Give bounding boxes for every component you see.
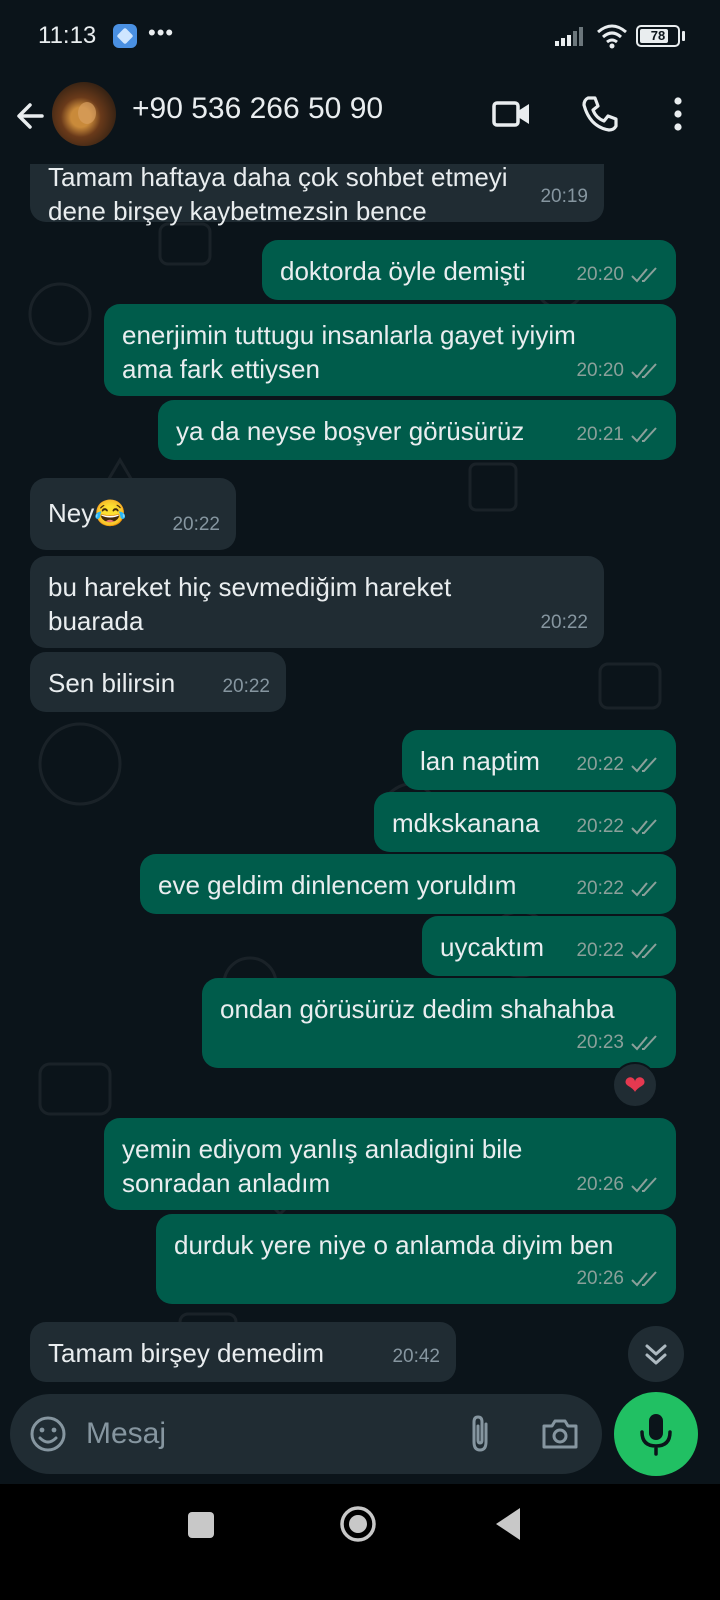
recents-square-icon[interactable]	[188, 1512, 214, 1538]
read-receipt-icon	[631, 267, 657, 283]
message-meta: 20:22	[576, 872, 660, 906]
message-time: 20:26	[576, 1174, 624, 1195]
chat-header: +90 536 266 50 90	[0, 72, 720, 164]
reaction-emoji: ❤	[624, 1069, 646, 1100]
double-chevron-down-icon	[645, 1344, 667, 1365]
message-meta: 20:22	[172, 508, 220, 542]
message-meta: 20:26	[576, 1262, 660, 1296]
read-receipt-icon	[631, 881, 657, 897]
message-meta: 20:22	[576, 810, 660, 844]
message-meta: 20:19	[540, 180, 588, 214]
status-time: 11:13	[38, 22, 97, 49]
message-outgoing[interactable]: ondan görüsürüz dedim shahahba 20:23	[202, 978, 676, 1068]
message-time: 20:22	[576, 754, 624, 775]
scroll-to-bottom-button[interactable]	[628, 1326, 684, 1382]
message-composer	[10, 1394, 602, 1474]
message-time: 20:20	[576, 360, 624, 381]
read-receipt-icon	[631, 1035, 657, 1051]
message-meta: 20:26	[576, 1168, 660, 1202]
system-navigation-bar	[0, 1484, 720, 1600]
message-time: 20:22	[576, 878, 624, 899]
home-circle-icon[interactable]	[338, 1504, 378, 1544]
message-time: 20:22	[576, 816, 624, 837]
message-time: 20:26	[576, 1268, 624, 1289]
message-time: 20:19	[540, 186, 588, 207]
read-receipt-icon	[631, 943, 657, 959]
message-time: 20:21	[576, 424, 624, 445]
video-call-icon[interactable]	[490, 92, 534, 136]
app-notification-icon	[113, 24, 137, 48]
read-receipt-icon	[631, 1177, 657, 1193]
message-outgoing[interactable]: uycaktım 20:22	[422, 916, 676, 976]
message-outgoing[interactable]: lan naptim 20:22	[402, 730, 676, 790]
message-time: 20:20	[576, 264, 624, 285]
message-text: durduk yere niye o anlamda diyim ben	[174, 1230, 614, 1260]
heart-reaction-icon[interactable]: ❤	[612, 1062, 658, 1108]
chat-messages-area[interactable]: Tamam haftaya daha çok sohbet etmeyi den…	[0, 164, 720, 1408]
message-time: 20:42	[392, 1346, 440, 1367]
contact-name[interactable]: +90 536 266 50 90	[132, 92, 383, 126]
message-text: bu hareket hiç sevmediğim hareket buarad…	[48, 572, 452, 636]
message-meta: 20:23	[576, 1026, 660, 1060]
message-meta: 20:42	[392, 1340, 440, 1374]
message-outgoing[interactable]: mdkskanana 20:22	[374, 792, 676, 852]
battery-level: 78	[650, 28, 666, 43]
battery-icon: 78	[636, 25, 680, 47]
message-meta: 20:21	[576, 418, 660, 452]
message-outgoing[interactable]: yemin ediyom yanlış anladigini bile sonr…	[104, 1118, 676, 1210]
read-receipt-icon	[631, 819, 657, 835]
read-receipt-icon	[631, 363, 657, 379]
message-meta: 20:22	[576, 748, 660, 782]
message-incoming[interactable]: Tamam birşey demedim 20:42	[30, 1322, 456, 1382]
message-time: 20:22	[222, 676, 270, 697]
message-text: Tamam haftaya daha çok sohbet etmeyi den…	[48, 164, 508, 226]
signal-icon	[555, 27, 583, 46]
message-meta: 20:22	[540, 606, 588, 640]
message-outgoing[interactable]: doktorda öyle demişti 20:20	[262, 240, 676, 300]
status-bar: 11:13 ••• 78	[0, 0, 720, 72]
message-time: 20:22	[172, 514, 220, 535]
more-vertical-icon[interactable]	[656, 92, 700, 136]
back-arrow-icon[interactable]	[12, 94, 56, 138]
read-receipt-icon	[631, 1271, 657, 1287]
message-outgoing[interactable]: enerjimin tuttugu insanlarla gayet iyiyi…	[104, 304, 676, 396]
emoji-icon[interactable]	[28, 1414, 68, 1454]
message-outgoing[interactable]: durduk yere niye o anlamda diyim ben 20:…	[156, 1214, 676, 1304]
message-outgoing[interactable]: ya da neyse boşver görüsürüz 20:21	[158, 400, 676, 460]
message-input[interactable]	[86, 1410, 446, 1458]
message-incoming[interactable]: Sen bilirsin 20:22	[30, 652, 286, 712]
camera-icon[interactable]	[540, 1414, 580, 1454]
voice-message-button[interactable]	[614, 1392, 698, 1476]
message-text: Tamam birşey demedim	[48, 1338, 324, 1368]
message-incoming[interactable]: Tamam haftaya daha çok sohbet etmeyi den…	[30, 164, 604, 226]
message-outgoing[interactable]: eve geldim dinlencem yoruldım 20:22	[140, 854, 676, 914]
voice-call-icon[interactable]	[578, 92, 622, 136]
microphone-icon	[640, 1414, 672, 1456]
message-text: ondan görüsürüz dedim shahahba	[220, 994, 615, 1024]
message-time: 20:23	[576, 1032, 624, 1053]
status-more-dots: •••	[148, 20, 175, 45]
read-receipt-icon	[631, 757, 657, 773]
message-incoming[interactable]: Ney😂 20:22	[30, 478, 236, 550]
contact-avatar[interactable]	[52, 82, 116, 146]
wifi-icon	[597, 24, 627, 49]
message-meta: 20:20	[576, 354, 660, 388]
attachment-paperclip-icon[interactable]	[462, 1414, 498, 1454]
battery-tip	[682, 31, 685, 41]
message-meta: 20:22	[222, 670, 270, 704]
whatsapp-chat-screen: 11:13 ••• 78 +90 536 266 50 90 Tamam haf…	[0, 0, 720, 1600]
message-meta: 20:20	[576, 258, 660, 292]
message-time: 20:22	[576, 940, 624, 961]
message-time: 20:22	[540, 612, 588, 633]
read-receipt-icon	[631, 427, 657, 443]
back-triangle-icon[interactable]	[494, 1506, 522, 1542]
message-incoming[interactable]: bu hareket hiç sevmediğim hareket buarad…	[30, 556, 604, 648]
message-meta: 20:22	[576, 934, 660, 968]
